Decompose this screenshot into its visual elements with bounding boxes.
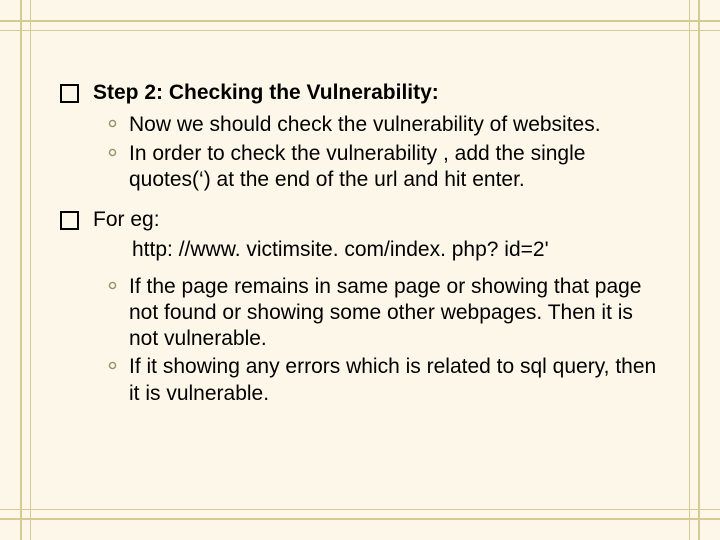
list-item: If the page remains in same page or show… — [108, 274, 660, 353]
sub-item-text: Now we should check the vulnerability of… — [129, 112, 660, 138]
bullet-row-example: For eg: — [60, 207, 660, 233]
sub-item-text: If it showing any errors which is relate… — [129, 354, 660, 407]
checkbox-icon — [60, 211, 79, 230]
sub-list-1: Now we should check the vulnerability of… — [108, 112, 660, 193]
ring-bullet-icon — [108, 361, 117, 370]
list-item: If it showing any errors which is relate… — [108, 354, 660, 407]
sub-item-text: If the page remains in same page or show… — [129, 274, 660, 353]
example-url: http: //www. victimsite. com/index. php?… — [132, 237, 660, 263]
checkbox-icon — [60, 84, 79, 103]
sub-item-text: In order to check the vulnerability , ad… — [129, 141, 660, 194]
ring-bullet-icon — [108, 148, 117, 157]
for-eg-label: For eg: — [93, 207, 160, 233]
slide: Step 2: Checking the Vulnerability: Now … — [0, 0, 720, 540]
ring-bullet-icon — [108, 119, 117, 128]
list-item: Now we should check the vulnerability of… — [108, 112, 660, 138]
bullet-row-heading: Step 2: Checking the Vulnerability: — [60, 80, 660, 106]
ring-bullet-icon — [108, 281, 117, 290]
slide-content: Step 2: Checking the Vulnerability: Now … — [60, 80, 660, 407]
heading-text: Step 2: Checking the Vulnerability: — [93, 80, 439, 106]
sub-list-2: If the page remains in same page or show… — [108, 274, 660, 407]
list-item: In order to check the vulnerability , ad… — [108, 141, 660, 194]
